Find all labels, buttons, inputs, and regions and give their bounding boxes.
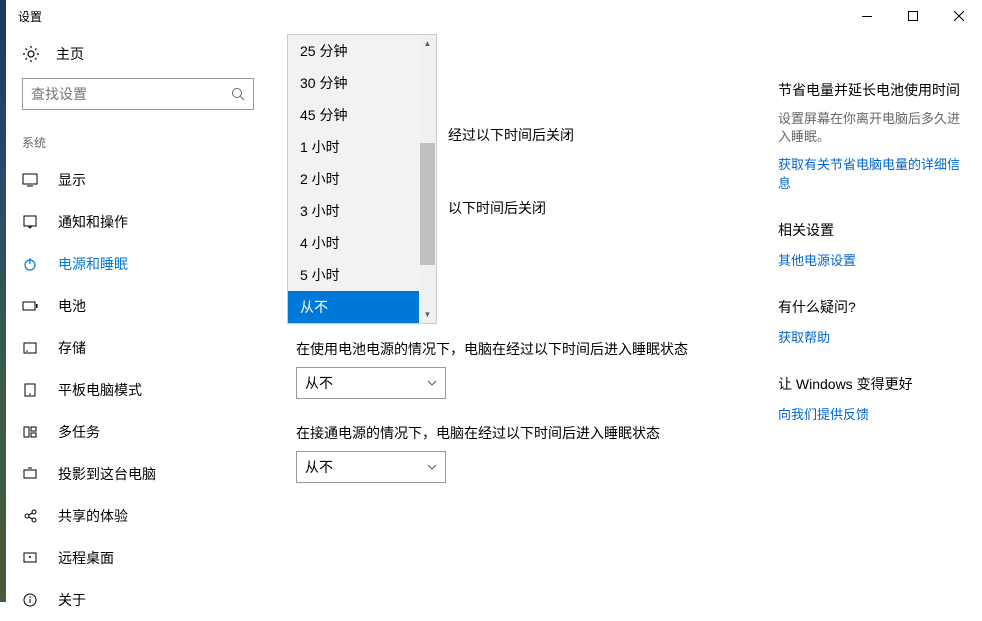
- sidebar-item-label: 共享的体验: [58, 506, 128, 526]
- home-row[interactable]: 主页: [6, 32, 276, 78]
- sidebar-item-notifications[interactable]: 通知和操作: [6, 201, 276, 243]
- info-icon: [22, 592, 38, 608]
- search-icon: [231, 87, 245, 101]
- sleep-plugged-label: 在接通电源的情况下，电脑在经过以下时间后进入睡眠状态: [296, 423, 754, 443]
- screen-off-battery-partial: 经过以下时间后关闭: [448, 125, 574, 145]
- sidebar-item-label: 多任务: [58, 422, 100, 442]
- sleep-battery-combo[interactable]: 从不: [296, 367, 446, 399]
- project-icon: [22, 466, 38, 482]
- tablet-icon: [22, 382, 38, 398]
- search-field[interactable]: [31, 86, 231, 102]
- sidebar-item-label: 显示: [58, 170, 86, 190]
- sidebar-item-label: 通知和操作: [58, 212, 128, 232]
- dropdown-option[interactable]: 2 小时: [288, 163, 436, 195]
- sidebar-item-battery[interactable]: 电池: [6, 285, 276, 327]
- monitor-icon: [22, 172, 38, 188]
- notification-icon: [22, 214, 38, 230]
- question-link[interactable]: 获取帮助: [778, 327, 966, 346]
- window-title: 设置: [18, 8, 42, 25]
- screen-off-plugged-partial: 以下时间后关闭: [448, 198, 546, 218]
- sidebar-item-projecting[interactable]: 投影到这台电脑: [6, 453, 276, 495]
- sidebar: 主页 系统 显示 通知和操作 电源和睡眠 电池: [6, 0, 276, 602]
- dropdown-option[interactable]: 3 小时: [288, 195, 436, 227]
- sleep-plugged-group: 在接通电源的情况下，电脑在经过以下时间后进入睡眠状态 从不: [296, 423, 754, 483]
- search-wrap: [6, 78, 276, 126]
- sidebar-item-remote-desktop[interactable]: 远程桌面: [6, 537, 276, 579]
- sidebar-item-shared-exp[interactable]: 共享的体验: [6, 495, 276, 537]
- right-panel: 节省电量并延长电池使用时间 设置屏幕在你离开电脑后多久进入睡眠。 获取有关节省电…: [774, 0, 982, 602]
- dropdown-scrollbar[interactable]: ▲ ▼: [419, 35, 436, 323]
- improve-heading: 让 Windows 变得更好: [778, 374, 966, 394]
- dropdown-option[interactable]: 1 小时: [288, 131, 436, 163]
- maximize-button[interactable]: [890, 0, 936, 32]
- sidebar-item-label: 电源和睡眠: [58, 254, 128, 274]
- minimize-button[interactable]: [844, 0, 890, 32]
- combo-value: 从不: [305, 373, 333, 393]
- improve-link[interactable]: 向我们提供反馈: [778, 404, 966, 423]
- save-link[interactable]: 获取有关节省电脑电量的详细信息: [778, 154, 966, 192]
- save-text: 设置屏幕在你离开电脑后多久进入睡眠。: [778, 110, 966, 146]
- close-button[interactable]: [936, 0, 982, 32]
- scroll-up-icon[interactable]: ▲: [419, 35, 436, 52]
- sidebar-item-display[interactable]: 显示: [6, 159, 276, 201]
- window-controls: [844, 0, 982, 32]
- storage-icon: [22, 340, 38, 356]
- remote-icon: [22, 550, 38, 566]
- sidebar-item-about[interactable]: 关于: [6, 579, 276, 621]
- sleep-battery-label: 在使用电池电源的情况下，电脑在经过以下时间后进入睡眠状态: [296, 339, 754, 359]
- sidebar-item-label: 电池: [58, 296, 86, 316]
- sidebar-item-tablet-mode[interactable]: 平板电脑模式: [6, 369, 276, 411]
- gear-icon: [22, 45, 40, 63]
- dropdown-option-selected[interactable]: 从不: [288, 291, 436, 323]
- dropdown-option[interactable]: 5 小时: [288, 259, 436, 291]
- save-heading: 节省电量并延长电池使用时间: [778, 80, 966, 100]
- chevron-down-icon: [427, 464, 437, 470]
- sidebar-item-label: 远程桌面: [58, 548, 114, 568]
- scroll-down-icon[interactable]: ▼: [419, 306, 436, 323]
- chevron-down-icon: [427, 380, 437, 386]
- battery-icon: [22, 298, 38, 314]
- question-heading: 有什么疑问?: [778, 297, 966, 317]
- sidebar-item-label: 平板电脑模式: [58, 380, 142, 400]
- time-dropdown-list[interactable]: 25 分钟 30 分钟 45 分钟 1 小时 2 小时 3 小时 4 小时 5 …: [287, 34, 437, 324]
- related-link[interactable]: 其他电源设置: [778, 250, 966, 269]
- sidebar-item-label: 投影到这台电脑: [58, 464, 156, 484]
- search-input[interactable]: [22, 78, 254, 110]
- multitask-icon: [22, 424, 38, 440]
- app-window: 设置 主页: [6, 0, 982, 602]
- sleep-battery-group: 在使用电池电源的情况下，电脑在经过以下时间后进入睡眠状态 从不: [296, 339, 754, 399]
- scrollbar-thumb[interactable]: [420, 143, 435, 265]
- sidebar-item-label: 关于: [58, 590, 86, 610]
- share-icon: [22, 508, 38, 524]
- dropdown-option[interactable]: 25 分钟: [288, 35, 436, 67]
- sidebar-item-storage[interactable]: 存储: [6, 327, 276, 369]
- home-label: 主页: [56, 44, 84, 64]
- dropdown-option[interactable]: 45 分钟: [288, 99, 436, 131]
- sidebar-item-label: 存储: [58, 338, 86, 358]
- sidebar-item-power-sleep[interactable]: 电源和睡眠: [6, 243, 276, 285]
- category-label: 系统: [6, 126, 276, 159]
- sidebar-item-multitasking[interactable]: 多任务: [6, 411, 276, 453]
- power-icon: [22, 256, 38, 272]
- related-heading: 相关设置: [778, 220, 966, 240]
- combo-value: 从不: [305, 457, 333, 477]
- dropdown-option[interactable]: 4 小时: [288, 227, 436, 259]
- sleep-plugged-combo[interactable]: 从不: [296, 451, 446, 483]
- dropdown-option[interactable]: 30 分钟: [288, 67, 436, 99]
